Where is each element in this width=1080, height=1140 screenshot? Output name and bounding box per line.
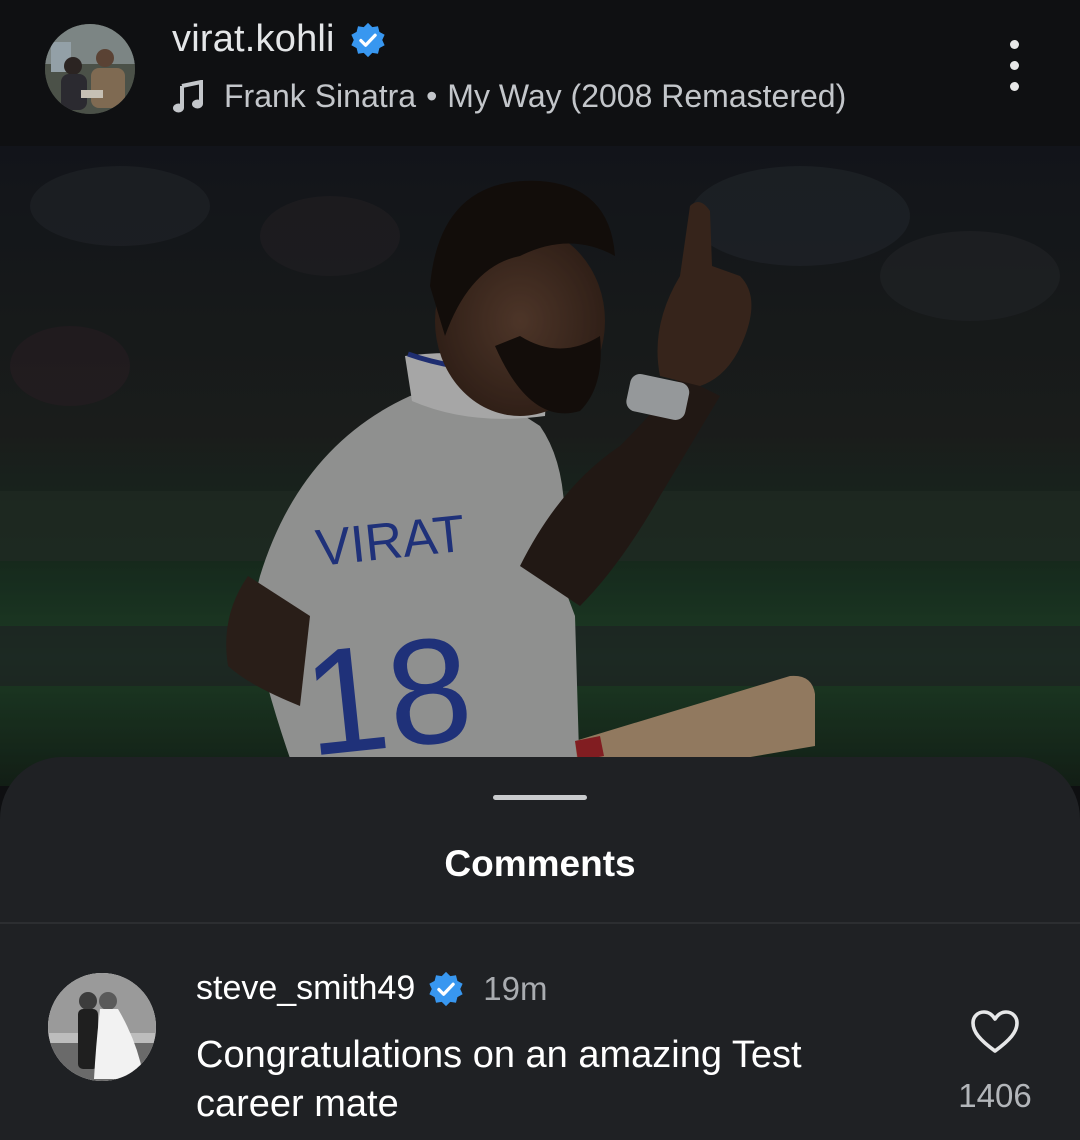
avatar-image: [45, 24, 135, 114]
music-separator: •: [426, 78, 438, 114]
comment-avatar[interactable]: [48, 973, 156, 1081]
music-song: My Way (2008 Remastered): [447, 78, 847, 114]
more-options-button[interactable]: [996, 40, 1032, 96]
music-note-icon: [173, 79, 203, 112]
sheet-title: Comments: [444, 843, 636, 884]
comment-timestamp: 19m: [483, 969, 548, 1007]
sheet-drag-handle[interactable]: [493, 795, 587, 800]
more-vertical-icon: [1009, 40, 1019, 49]
comment-text: Congratulations on an amazing Test caree…: [196, 1034, 802, 1125]
sheet-divider: [0, 922, 1080, 924]
username-row: virat.kohli: [172, 18, 387, 61]
profile-avatar[interactable]: [45, 24, 135, 114]
comment-avatar-image: [48, 973, 156, 1081]
music-artist: Frank Sinatra: [224, 78, 417, 114]
comment-username[interactable]: steve_smith49: [196, 969, 415, 1008]
heart-outline-icon[interactable]: [970, 1009, 1020, 1055]
comments-sheet: Comments steve_smith49 19m Congratulatio…: [0, 757, 1080, 1140]
post-image: VIRAT 18: [0, 146, 1080, 786]
post-header: virat.kohli Frank Sinatra • My Way (2008…: [0, 0, 1080, 146]
comment-meta: steve_smith49 19m: [196, 969, 547, 1008]
post-username[interactable]: virat.kohli: [172, 18, 335, 61]
comment-like-count: 1406: [958, 1077, 1032, 1114]
music-info[interactable]: Frank Sinatra • My Way (2008 Remastered): [172, 78, 846, 115]
verified-badge-icon: [351, 22, 385, 57]
verified-badge-icon: [429, 971, 463, 1006]
comment-item: steve_smith49 19m Congratulations on an …: [0, 957, 1080, 1140]
post-photo[interactable]: VIRAT 18: [0, 146, 1080, 786]
